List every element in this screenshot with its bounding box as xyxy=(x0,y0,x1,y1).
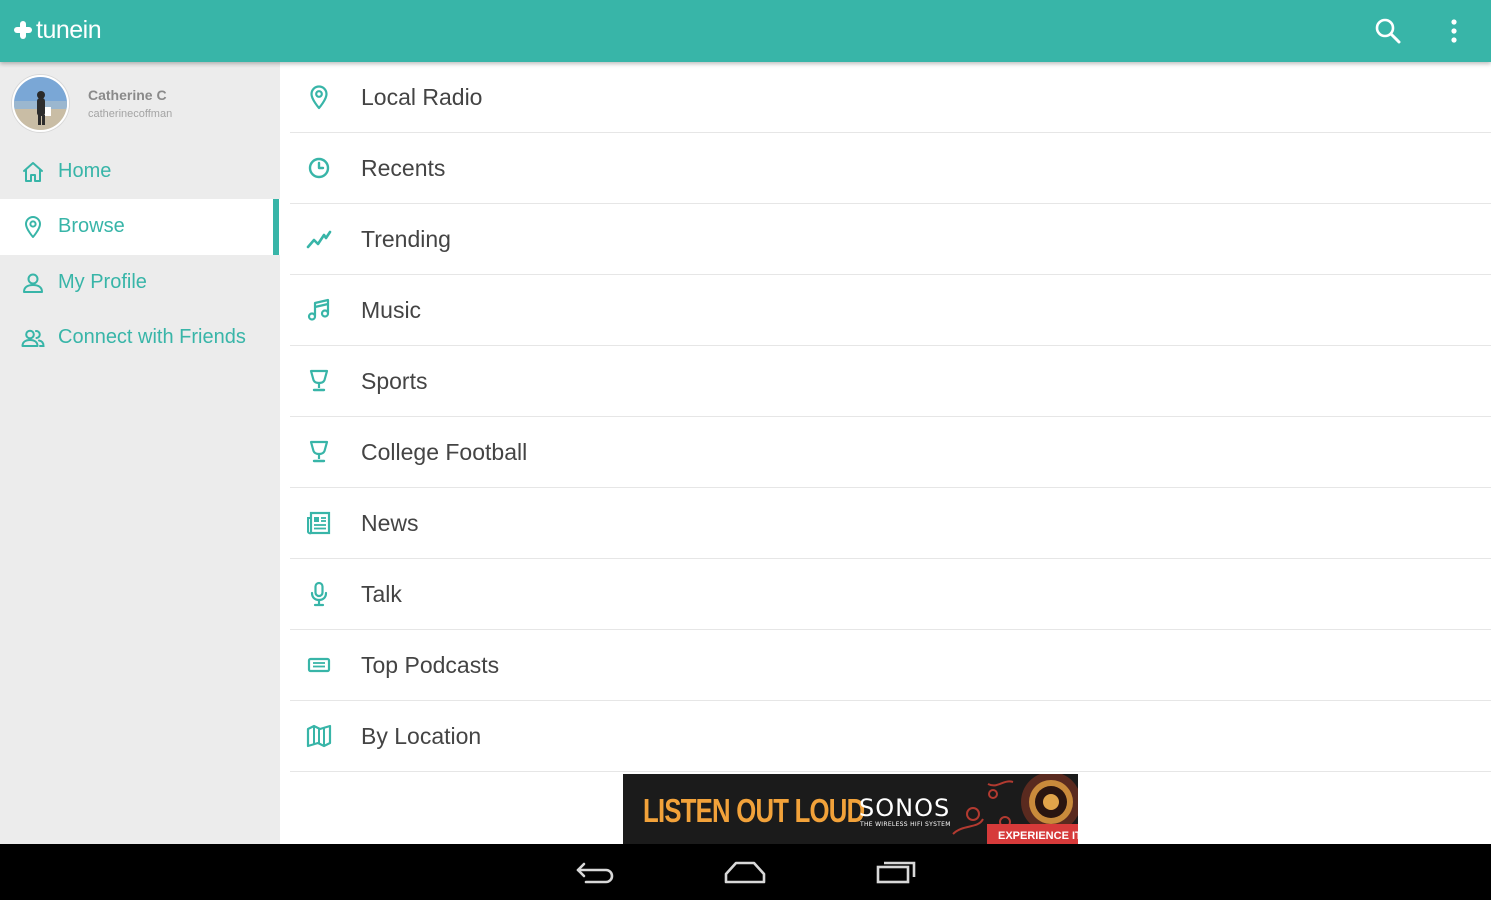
browse-list: Local Radio Recents Trending Music Sport… xyxy=(280,62,1491,844)
system-recents-button[interactable] xyxy=(870,858,920,886)
browse-item-label: Local Radio xyxy=(361,84,483,110)
person-icon xyxy=(23,273,43,293)
overflow-menu-button[interactable] xyxy=(1434,11,1474,51)
location-pin-icon xyxy=(310,85,328,110)
browse-item-sports[interactable]: Sports xyxy=(290,346,1491,417)
nav-item-browse[interactable]: Browse xyxy=(0,199,280,255)
navigation-drawer: Catherine C catherinecoffman Home Browse… xyxy=(0,62,280,844)
browse-item-label: Music xyxy=(361,297,422,323)
home-icon xyxy=(23,162,43,182)
trending-icon xyxy=(306,230,332,249)
browse-item-by-location[interactable]: By Location xyxy=(290,701,1491,772)
user-handle: catherinecoffman xyxy=(88,108,173,120)
recents-icon xyxy=(876,861,916,884)
app-bar: tunein xyxy=(0,0,1491,62)
back-icon xyxy=(576,862,614,884)
tunein-plus-icon xyxy=(14,21,32,39)
microphone-icon xyxy=(310,581,328,607)
tunein-logo[interactable]: tunein xyxy=(12,14,102,46)
people-icon xyxy=(21,329,45,347)
nav-label-connect-with-friends: Connect with Friends xyxy=(58,326,246,348)
browse-item-top-podcasts[interactable]: Top Podcasts xyxy=(290,630,1491,701)
browse-item-trending[interactable]: Trending xyxy=(290,204,1491,275)
ad-banner[interactable]: LISTEN OUT LOUD SONOS THE WIRELESS HIFI … xyxy=(623,774,1078,848)
clock-icon xyxy=(308,157,330,179)
home-outline-icon xyxy=(724,861,766,884)
browse-item-label: News xyxy=(361,510,419,536)
nav-label-home: Home xyxy=(58,160,112,182)
trophy-icon xyxy=(309,369,329,392)
music-note-icon xyxy=(307,298,330,321)
map-icon xyxy=(306,724,332,748)
browse-item-local-radio[interactable]: Local Radio xyxy=(290,62,1491,133)
browse-item-news[interactable]: News xyxy=(290,488,1491,559)
browse-item-recents[interactable]: Recents xyxy=(290,133,1491,204)
nav-item-home[interactable]: Home xyxy=(0,144,280,200)
profile-header[interactable]: Catherine C catherinecoffman xyxy=(0,62,280,144)
browse-item-label: Recents xyxy=(361,155,446,181)
more-vert-icon xyxy=(1451,19,1457,43)
browse-item-music[interactable]: Music xyxy=(290,275,1491,346)
search-icon xyxy=(1375,18,1401,44)
avatar-photo xyxy=(14,77,67,130)
browse-item-college-football[interactable]: College Football xyxy=(290,417,1491,488)
system-back-button[interactable] xyxy=(571,858,621,886)
browse-item-label: College Football xyxy=(361,439,528,465)
user-name: Catherine C xyxy=(88,87,167,103)
browse-item-label: Trending xyxy=(361,226,451,252)
ad-brand: SONOS xyxy=(859,794,951,822)
system-navigation-bar xyxy=(0,844,1491,900)
logo-text: tunein xyxy=(36,15,102,44)
trophy-icon xyxy=(309,440,329,463)
system-home-button[interactable] xyxy=(720,858,770,886)
location-pin-icon xyxy=(25,216,41,238)
browse-item-label: Talk xyxy=(361,581,402,607)
nav-label-my-profile: My Profile xyxy=(58,271,147,293)
browse-item-label: Sports xyxy=(361,368,428,394)
nav-label-browse: Browse xyxy=(58,215,125,237)
search-button[interactable] xyxy=(1368,11,1408,51)
avatar[interactable] xyxy=(12,75,69,132)
ad-headline: LISTEN OUT LOUD xyxy=(643,792,865,829)
browse-item-label: Top Podcasts xyxy=(361,652,500,678)
browse-item-talk[interactable]: Talk xyxy=(290,559,1491,630)
nav-item-my-profile[interactable]: My Profile xyxy=(0,255,280,311)
nav-item-connect-with-friends[interactable]: Connect with Friends xyxy=(0,310,280,366)
browse-item-label: By Location xyxy=(361,723,482,749)
podcast-icon xyxy=(307,657,331,673)
newspaper-icon xyxy=(307,511,331,535)
ad-tagline: THE WIRELESS HIFI SYSTEM xyxy=(860,821,951,828)
